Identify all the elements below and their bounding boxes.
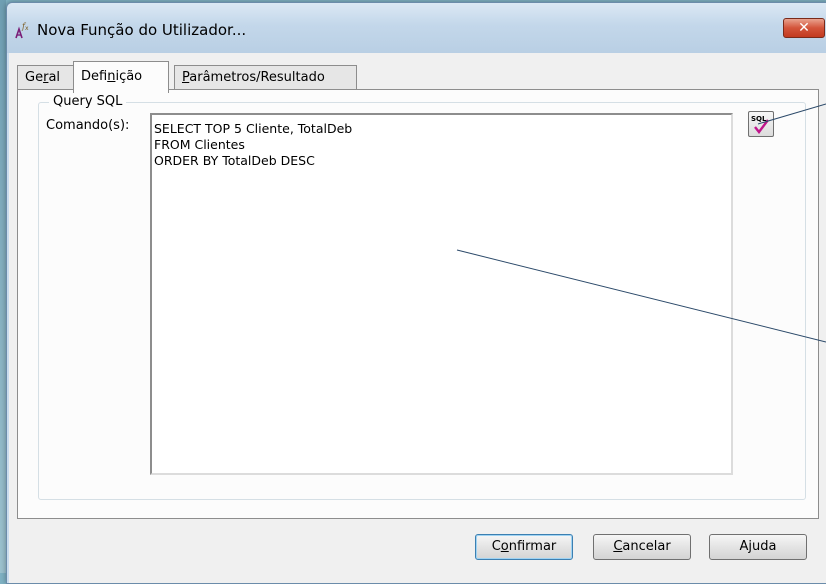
button-label-accel: o (500, 539, 509, 554)
help-button[interactable]: Ajuda (709, 534, 807, 560)
group-title: Query SQL (49, 94, 127, 109)
svg-text:SQL: SQL (751, 115, 767, 123)
button-label: uda (752, 539, 777, 554)
tab-label: ição (115, 69, 143, 84)
dialog-window: f x Nova Função do Utilizador... ✕ Geral… (6, 2, 826, 584)
command-label: Comando(s): (46, 118, 130, 133)
confirm-button[interactable]: Confirmar (475, 534, 573, 560)
button-bar: Confirmar Cancelar Ajuda (9, 523, 826, 583)
tab-definicao[interactable]: Definição (73, 61, 169, 93)
window-title: Nova Função do Utilizador... (37, 21, 247, 39)
tab-geral[interactable]: Geral (17, 65, 75, 91)
tab-label: arâmetros/Resultado (189, 70, 325, 85)
tab-label: Defi (81, 69, 108, 84)
sql-builder-button[interactable]: SQL (748, 111, 774, 137)
sql-command-textarea[interactable]: SELECT TOP 5 Cliente, TotalDeb FROM Clie… (150, 113, 733, 475)
dialog-client-area: Geral Definição Parâmetros/Resultado Que… (9, 53, 826, 583)
button-label: ancelar (622, 539, 671, 554)
button-label: C (491, 539, 501, 554)
sql-check-icon: SQL (751, 115, 769, 134)
tab-label: Ge (25, 70, 44, 85)
close-button[interactable]: ✕ (783, 18, 825, 38)
close-icon: ✕ (798, 20, 810, 36)
tab-parametros-resultado[interactable]: Parâmetros/Resultado (174, 65, 357, 91)
tab-panel-definicao: Query SQL Comando(s): SELECT TOP 5 Clien… (17, 89, 819, 519)
tab-label: al (48, 70, 61, 85)
button-label: nfirmar (508, 539, 557, 554)
title-bar[interactable]: f x Nova Função do Utilizador... ✕ (7, 3, 826, 53)
cancel-button[interactable]: Cancelar (593, 534, 691, 560)
svg-text:x: x (25, 25, 29, 32)
user-function-icon: f x (15, 22, 29, 39)
